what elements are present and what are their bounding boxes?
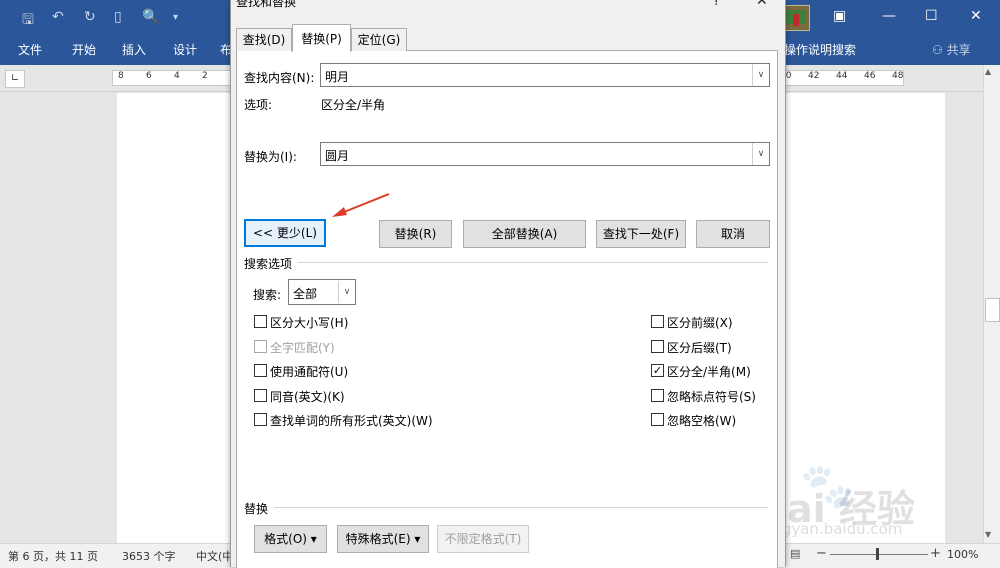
ruler-tick: 4 — [174, 71, 180, 81]
zoom-slider[interactable] — [830, 554, 928, 555]
whole-word-label: 全字匹配(Y) — [270, 341, 335, 355]
match-suffix-checkbox[interactable] — [651, 340, 664, 353]
scroll-down-icon[interactable]: ▼ — [985, 530, 991, 539]
ruler-tick: 46 — [864, 71, 876, 81]
share-button[interactable]: ⚇ 共享 — [932, 41, 971, 58]
match-case-checkbox[interactable] — [254, 315, 267, 328]
redo-icon[interactable]: ↻ — [84, 9, 96, 25]
tab-panel — [236, 50, 778, 568]
customize-qat-icon[interactable]: ▾ — [173, 12, 178, 23]
find-next-button[interactable]: 查找下一处(F) — [596, 220, 686, 248]
read-mode-icon[interactable]: ▤ — [790, 547, 800, 560]
ruler-tick: 48 — [892, 71, 904, 81]
no-formatting-button: 不限定格式(T) — [437, 525, 529, 553]
zoom-level[interactable]: 100% — [947, 548, 978, 561]
language[interactable]: 中文(中 — [196, 548, 233, 564]
print-preview-icon[interactable]: 🔍 — [142, 9, 159, 25]
ignore-punct-label[interactable]: 忽略标点符号(S) — [667, 388, 756, 405]
all-word-forms-checkbox[interactable] — [254, 413, 267, 426]
tab-selector[interactable]: ∟ — [5, 70, 25, 88]
new-doc-icon[interactable]: ▯ — [114, 9, 122, 25]
zoom-out-icon[interactable]: − — [816, 546, 827, 561]
match-suffix-label[interactable]: 区分后缀(T) — [667, 339, 732, 356]
undo-icon[interactable]: ↶ — [52, 9, 64, 25]
match-prefix-checkbox[interactable] — [651, 315, 664, 328]
match-width-checkbox[interactable]: ✓ — [651, 364, 664, 377]
zoom-in-icon[interactable]: + — [930, 546, 941, 561]
scroll-thumb[interactable] — [985, 298, 1000, 322]
sounds-like-label[interactable]: 同音(英文)(K) — [270, 388, 345, 405]
ribbon-tab-insert[interactable]: 插入 — [122, 41, 146, 58]
divider — [298, 262, 768, 263]
maximize-icon[interactable]: ☐ — [925, 8, 938, 24]
search-direction-select[interactable]: 全部 ∨ — [288, 279, 356, 305]
help-icon[interactable]: ? — [713, 0, 720, 9]
match-case-label[interactable]: 区分大小写(H) — [270, 314, 348, 331]
close-icon[interactable]: ✕ — [756, 0, 768, 9]
ruler-tick: 42 — [808, 71, 820, 81]
find-what-input[interactable]: 明月 — [325, 68, 349, 85]
ribbon-tab-file[interactable]: 文件 — [18, 41, 42, 58]
ribbon-display-icon[interactable]: ▣ — [833, 8, 846, 24]
ribbon-tab-design[interactable]: 设计 — [173, 41, 197, 58]
minimize-icon[interactable]: — — [882, 8, 896, 24]
share-label: 共享 — [946, 43, 971, 57]
search-options-title: 搜索选项 — [244, 257, 293, 271]
save-icon[interactable]: 🖫 — [22, 9, 34, 33]
cancel-button[interactable]: 取消 — [696, 220, 770, 248]
ruler-tick: 44 — [836, 71, 848, 81]
match-prefix-label[interactable]: 区分前缀(X) — [667, 314, 733, 331]
search-direction-label: 搜索: — [253, 288, 282, 302]
word-count[interactable]: 3653 个字 — [122, 548, 176, 564]
avatar[interactable] — [782, 5, 810, 31]
ruler-tick: 6 — [146, 71, 152, 81]
ignore-punct-checkbox[interactable] — [651, 389, 664, 402]
replace-section-title: 替换 — [244, 502, 269, 516]
replace-button[interactable]: 替换(R) — [379, 220, 452, 248]
document-page[interactable] — [117, 93, 231, 543]
tab-find[interactable]: 查找(D) — [236, 28, 292, 51]
wildcards-checkbox[interactable] — [254, 364, 267, 377]
find-what-label: 查找内容(N): — [244, 71, 315, 85]
window-close-icon[interactable]: ✕ — [970, 8, 982, 24]
find-what-combo[interactable]: 明月 ∨ — [320, 63, 770, 87]
format-button[interactable]: 格式(O) ▾ — [254, 525, 327, 553]
less-button[interactable]: << 更少(L) — [244, 219, 326, 247]
options-label: 选项: — [244, 98, 273, 112]
replace-with-input[interactable]: 圆月 — [325, 147, 349, 164]
wildcards-label[interactable]: 使用通配符(U) — [270, 363, 348, 380]
ruler-tick: 2 — [202, 71, 208, 81]
options-value: 区分全/半角 — [321, 98, 386, 112]
tab-goto[interactable]: 定位(G) — [351, 28, 407, 51]
all-word-forms-label[interactable]: 查找单词的所有形式(英文)(W) — [270, 412, 433, 429]
special-button[interactable]: 特殊格式(E) ▾ — [337, 525, 429, 553]
sounds-like-checkbox[interactable] — [254, 389, 267, 402]
match-width-label[interactable]: 区分全/半角(M) — [667, 363, 751, 380]
divider — [274, 507, 768, 508]
tell-me-search[interactable]: 操作说明搜索 — [784, 41, 856, 58]
scroll-up-icon[interactable]: ▲ — [985, 67, 991, 76]
replace-all-button[interactable]: 全部替换(A) — [463, 220, 586, 248]
chevron-down-icon[interactable]: ∨ — [338, 281, 355, 303]
person-icon: ⚇ — [932, 43, 947, 57]
tab-replace[interactable]: 替换(P) — [292, 24, 351, 52]
dialog-title: 查找和替换 — [236, 0, 297, 9]
checkmark-icon: ✓ — [652, 364, 663, 377]
search-direction-value: 全部 — [293, 287, 318, 301]
page-count[interactable]: 第 6 页，共 11 页 — [8, 548, 98, 564]
ignore-space-label[interactable]: 忽略空格(W) — [667, 412, 736, 429]
ruler-tick: 8 — [118, 71, 124, 81]
ignore-space-checkbox[interactable] — [651, 413, 664, 426]
zoom-slider-thumb[interactable] — [876, 548, 879, 560]
annotation-arrow — [332, 193, 390, 217]
ribbon-tab-home[interactable]: 开始 — [72, 41, 96, 58]
replace-with-label: 替换为(I): — [244, 150, 297, 164]
chevron-down-icon[interactable]: ∨ — [752, 64, 769, 86]
replace-with-combo[interactable]: 圆月 ∨ — [320, 142, 770, 166]
whole-word-checkbox — [254, 340, 267, 353]
chevron-down-icon[interactable]: ∨ — [752, 143, 769, 165]
